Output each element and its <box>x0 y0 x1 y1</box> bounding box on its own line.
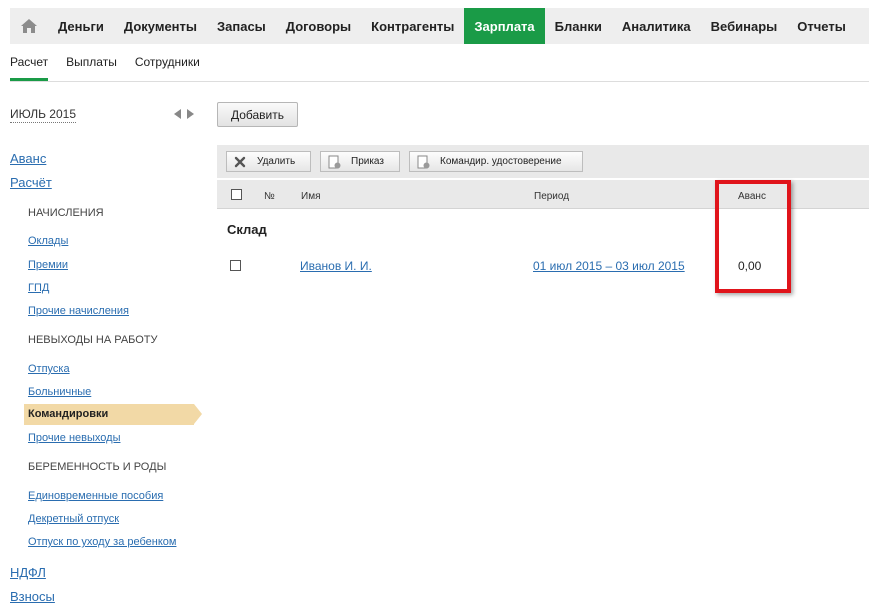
sidebar-link-gpd[interactable]: ГПД <box>28 282 49 294</box>
tab-raschet[interactable]: Расчет <box>10 52 49 81</box>
nav-zarplata[interactable]: Зарплата <box>464 8 545 44</box>
sidebar-link-raschet[interactable]: Расчёт <box>10 175 52 190</box>
order-label: Приказ <box>351 156 384 167</box>
delete-icon <box>233 155 247 169</box>
certificate-button[interactable]: Командир. удостоверение <box>409 151 583 172</box>
nav-zapasy[interactable]: Запасы <box>207 8 276 44</box>
sidebar-link-avans[interactable]: Аванс <box>10 151 46 166</box>
nav-analitika[interactable]: Аналитика <box>612 8 701 44</box>
column-name[interactable]: Имя <box>301 191 320 202</box>
sidebar-link-other-absences[interactable]: Прочие невыходы <box>28 432 120 444</box>
sidebar-section-pregnancy: БЕРЕМЕННОСТЬ И РОДЫ <box>28 461 167 473</box>
document-add-icon <box>416 155 430 169</box>
document-add-icon <box>327 155 341 169</box>
certificate-label: Командир. удостоверение <box>440 156 562 167</box>
sidebar-link-otpuska[interactable]: Отпуска <box>28 363 70 375</box>
group-label: Склад <box>227 222 267 237</box>
month-arrows <box>174 109 194 119</box>
add-button[interactable]: Добавить <box>217 102 298 127</box>
next-month-icon[interactable] <box>187 109 194 119</box>
period-link[interactable]: 01 июл 2015 – 03 июл 2015 <box>533 259 685 273</box>
employee-name-link[interactable]: Иванов И. И. <box>300 259 372 273</box>
delete-button[interactable]: Удалить <box>226 151 311 172</box>
top-nav: Деньги Документы Запасы Договоры Контраг… <box>10 8 869 44</box>
sub-nav: Расчет Выплаты Сотрудники <box>10 52 869 82</box>
sidebar-link-oklady[interactable]: Оклады <box>28 235 68 247</box>
row-checkbox[interactable] <box>230 260 241 271</box>
sidebar-link-maternity[interactable]: Декретный отпуск <box>28 513 119 525</box>
home-icon[interactable] <box>10 8 48 44</box>
sidebar-link-bolnichnye[interactable]: Больничные <box>28 386 91 398</box>
sidebar-link-vznosy[interactable]: Взносы <box>10 589 55 604</box>
delete-label: Удалить <box>257 156 296 167</box>
advance-value: 0,00 <box>738 259 762 273</box>
nav-otchety[interactable]: Отчеты <box>787 8 856 44</box>
column-number: № <box>264 191 275 202</box>
nav-dengi[interactable]: Деньги <box>48 8 114 44</box>
column-period[interactable]: Период <box>534 191 569 202</box>
select-all-checkbox[interactable] <box>231 189 242 200</box>
tab-sotrudniki[interactable]: Сотрудники <box>135 52 200 81</box>
sidebar-link-premii[interactable]: Премии <box>28 259 68 271</box>
sidebar-link-childcare[interactable]: Отпуск по уходу за ребенком <box>28 536 176 548</box>
column-advance[interactable]: Аванс <box>738 191 766 202</box>
tab-vyplaty[interactable]: Выплаты <box>66 52 117 81</box>
sidebar-link-lump-sum[interactable]: Единовременные пособия <box>28 490 163 502</box>
table-header: № Имя Период Аванс <box>217 180 869 209</box>
toolbar: Удалить Приказ Командир. удостоверение <box>217 145 869 178</box>
sidebar-link-ndfl[interactable]: НДФЛ <box>10 565 46 580</box>
month-selector[interactable]: ИЮЛЬ 2015 <box>10 107 76 123</box>
sidebar-section-absences: НЕВЫХОДЫ НА РАБОТУ <box>28 334 158 346</box>
sidebar-link-other-accruals[interactable]: Прочие начисления <box>28 305 129 317</box>
sidebar-item-komandirovki[interactable]: Командировки <box>24 404 202 425</box>
nav-blanki[interactable]: Бланки <box>545 8 612 44</box>
prev-month-icon[interactable] <box>174 109 181 119</box>
order-button[interactable]: Приказ <box>320 151 400 172</box>
nav-dokumenty[interactable]: Документы <box>114 8 207 44</box>
nav-dogovory[interactable]: Договоры <box>276 8 361 44</box>
sidebar-section-accruals: НАЧИСЛЕНИЯ <box>28 207 104 219</box>
nav-vebinary[interactable]: Вебинары <box>701 8 788 44</box>
nav-kontragenty[interactable]: Контрагенты <box>361 8 464 44</box>
